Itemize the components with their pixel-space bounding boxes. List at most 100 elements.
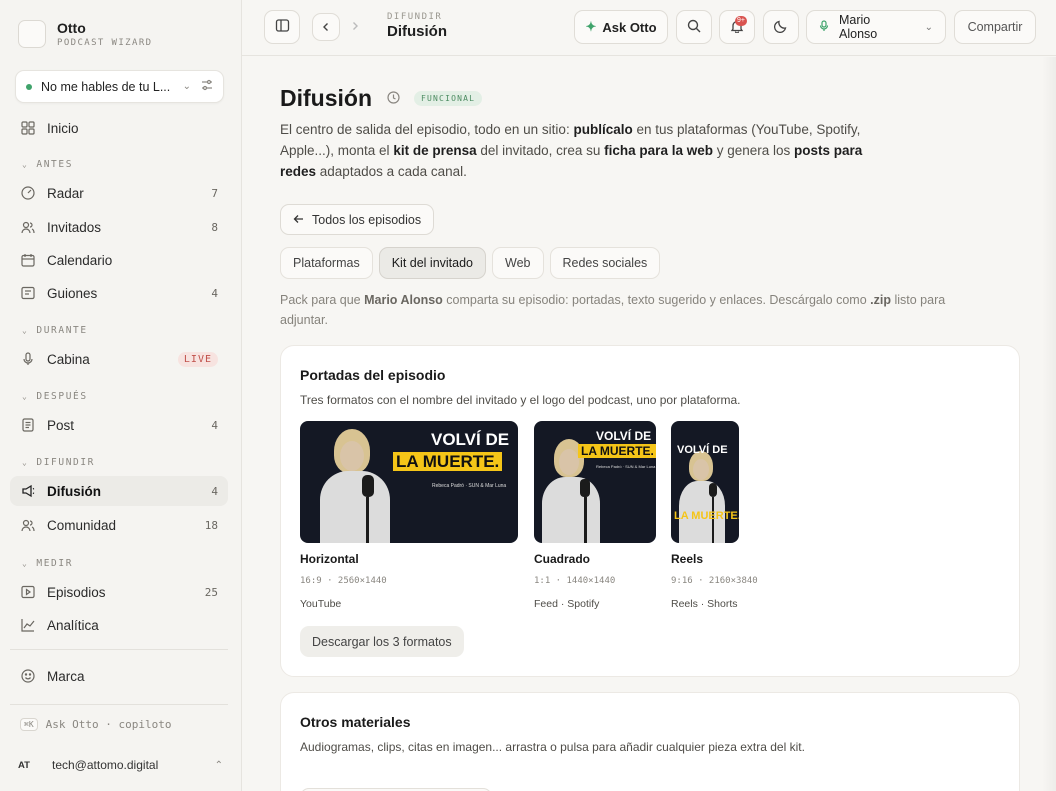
sidebar-item-invitados[interactable]: Invitados 8 bbox=[10, 212, 228, 242]
chevron-up-icon: ⌃ bbox=[214, 759, 223, 771]
user-name: Mario Alonso bbox=[839, 13, 878, 41]
format-platforms: Feed · Spotify bbox=[534, 598, 600, 610]
brand[interactable]: Otto PODCAST WIZARD bbox=[18, 20, 152, 48]
sidebar-item-calendario[interactable]: Calendario bbox=[10, 245, 228, 275]
ask-otto-button[interactable]: ✦ Ask Otto bbox=[574, 10, 668, 44]
search-button[interactable] bbox=[676, 10, 712, 44]
palette-icon bbox=[20, 668, 36, 684]
format-spec: 9:16 · 2160×3840 bbox=[671, 576, 758, 586]
share-button[interactable]: Compartir bbox=[954, 10, 1036, 44]
account-email: tech@attomo.digital bbox=[52, 758, 159, 772]
info-icon[interactable] bbox=[387, 90, 400, 107]
all-episodes-button[interactable]: Todos los episodios bbox=[280, 204, 435, 235]
sidebar-item-marca[interactable]: Marca bbox=[10, 661, 228, 691]
breadcrumb: DIFUNDIR Difusión bbox=[387, 12, 447, 40]
card-title: Portadas del episodio bbox=[300, 367, 446, 383]
download-formats-button[interactable]: Descargar los 3 formatos bbox=[300, 626, 464, 657]
card-title: Otros materiales bbox=[300, 714, 411, 730]
cover-line-2: LA MUERTE. bbox=[578, 444, 656, 458]
tab-bar: Plataformas Kit del invitado Web Redes s… bbox=[280, 247, 666, 279]
ask-otto-shortcut[interactable]: ⌘K Ask Otto · copiloto bbox=[20, 718, 171, 731]
sidebar-item-analitica[interactable]: Analítica bbox=[10, 610, 228, 640]
format-name: Reels bbox=[671, 552, 704, 566]
tab-plataformas[interactable]: Plataformas bbox=[280, 247, 373, 279]
status-dot bbox=[26, 83, 32, 90]
cover-line-2: LA MUERTE. bbox=[393, 452, 503, 471]
forward-nav-button[interactable] bbox=[350, 19, 360, 34]
theme-toggle-button[interactable] bbox=[763, 10, 799, 44]
format-spec: 16:9 · 2560×1440 bbox=[300, 576, 387, 586]
chart-icon bbox=[20, 617, 36, 633]
sidebar-item-difusion[interactable]: Difusión 4 bbox=[10, 476, 228, 506]
count-badge: 25 bbox=[204, 585, 218, 599]
tab-kit-del-invitado[interactable]: Kit del invitado bbox=[378, 247, 487, 279]
kbd-key: ⌘K bbox=[20, 718, 38, 731]
play-icon bbox=[20, 584, 36, 600]
arrow-left-icon bbox=[293, 213, 304, 227]
card-subtitle: Tres formatos con el nombre del invitado… bbox=[300, 393, 741, 407]
account-menu[interactable]: AT tech@attomo.digital ⌃ bbox=[18, 754, 223, 776]
user-selector[interactable]: Mario Alonso ⌄ bbox=[806, 10, 946, 44]
avatar: AT bbox=[18, 759, 30, 771]
users-icon bbox=[20, 219, 36, 235]
count-badge: 7 bbox=[211, 186, 218, 200]
chevron-right-icon bbox=[350, 19, 360, 34]
sidebar-item-guiones[interactable]: Guiones 4 bbox=[10, 278, 228, 308]
sparkle-icon: ✦ bbox=[585, 19, 597, 34]
section-despues[interactable]: ⌄ DESPUÉS bbox=[22, 391, 88, 402]
count-badge: 18 bbox=[204, 518, 218, 532]
chevron-left-icon bbox=[321, 20, 331, 35]
page-description: El centro de salida del episodio, todo e… bbox=[280, 122, 863, 179]
other-materials-card: Otros materiales Audiogramas, clips, cit… bbox=[280, 692, 1020, 791]
brand-subtitle: PODCAST WIZARD bbox=[57, 37, 153, 48]
section-difundir[interactable]: ⌄ DIFUNDIR bbox=[22, 457, 95, 468]
cover-line-1: VOLVÍ DE bbox=[596, 429, 652, 443]
cover-line-1: VOLVÍ DE bbox=[677, 444, 728, 456]
divider bbox=[10, 704, 228, 705]
count-badge: 4 bbox=[211, 418, 218, 432]
moon-icon bbox=[773, 19, 788, 36]
sidebar-item-comunidad[interactable]: Comunidad 18 bbox=[10, 510, 228, 540]
breadcrumb-title: Difusión bbox=[387, 23, 447, 40]
format-name: Horizontal bbox=[300, 552, 359, 566]
notifications-button[interactable]: 9+ bbox=[719, 10, 755, 44]
format-platforms: Reels · Shorts bbox=[671, 598, 738, 610]
tab-web[interactable]: Web bbox=[492, 247, 544, 279]
workspace-selector[interactable]: No me hables de tu L... ⌄ bbox=[15, 70, 224, 103]
topbar: DIFUNDIR Difusión ✦ Ask Otto 9+ Mario Al… bbox=[242, 0, 1056, 56]
format-name: Cuadrado bbox=[534, 552, 591, 566]
section-antes[interactable]: ⌄ ANTES bbox=[22, 159, 73, 170]
main-content: Difusión FUNCIONAL El centro de salida d… bbox=[242, 57, 1042, 791]
sidebar-item-episodios[interactable]: Episodios 25 bbox=[10, 577, 228, 607]
cover-reels-thumbnail[interactable]: VOLVÍ DE LA MUERTE. bbox=[671, 421, 739, 543]
sidebar-item-cabina[interactable]: Cabina LIVE bbox=[10, 344, 228, 374]
search-icon bbox=[687, 19, 701, 36]
sidebar-item-inicio[interactable]: Inicio bbox=[10, 113, 228, 143]
covers-card: Portadas del episodio Tres formatos con … bbox=[280, 345, 1020, 677]
format-spec: 1:1 · 1440×1440 bbox=[534, 576, 616, 586]
grid-icon bbox=[20, 120, 36, 136]
cover-square-thumbnail[interactable]: VOLVÍ DE LA MUERTE. Rebeca Padró · SUN &… bbox=[534, 421, 656, 543]
sidebar-item-post[interactable]: Post 4 bbox=[10, 410, 228, 440]
sidebar-icon bbox=[275, 18, 290, 36]
toggle-sidebar-button[interactable] bbox=[264, 10, 300, 44]
calendar-icon bbox=[20, 252, 36, 268]
live-badge: LIVE bbox=[177, 351, 218, 367]
brand-name: Otto bbox=[57, 19, 86, 36]
ask-otto-label: Ask Otto · copiloto bbox=[45, 718, 172, 731]
sidebar-item-radar[interactable]: Radar 7 bbox=[10, 178, 228, 208]
script-icon bbox=[20, 285, 36, 301]
breadcrumb-section: DIFUNDIR bbox=[387, 12, 443, 22]
sliders-icon[interactable] bbox=[201, 79, 213, 94]
status-badge: FUNCIONAL bbox=[414, 91, 483, 106]
tab-redes-sociales[interactable]: Redes sociales bbox=[549, 247, 661, 279]
section-medir[interactable]: ⌄ MEDIR bbox=[22, 558, 73, 569]
divider bbox=[10, 649, 228, 650]
cover-horizontal-thumbnail[interactable]: VOLVÍ DE LA MUERTE. Rebeca Padró · SUN &… bbox=[300, 421, 518, 543]
back-nav-button[interactable] bbox=[312, 13, 340, 41]
sidebar: Otto PODCAST WIZARD No me hables de tu L… bbox=[0, 0, 242, 791]
chevron-down-icon: ⌄ bbox=[182, 81, 191, 92]
page-title: Difusión bbox=[280, 85, 372, 111]
section-durante[interactable]: ⌄ DURANTE bbox=[22, 325, 88, 336]
mic-icon bbox=[20, 351, 36, 367]
